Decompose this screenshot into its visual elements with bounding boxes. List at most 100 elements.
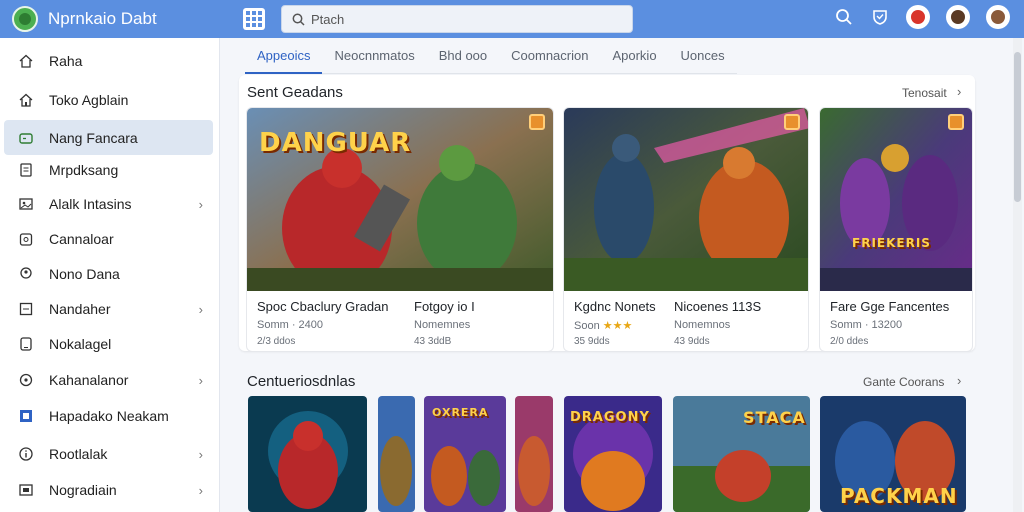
sidebar-item-label: Toko Agblain	[49, 91, 129, 108]
sidebar-item-nogradiain[interactable]: Nogradiain ›	[4, 472, 213, 507]
game-art-title: DANGUAR	[259, 128, 412, 158]
section-title: Centueriosdnlas	[247, 373, 356, 390]
scrollbar[interactable]	[1013, 38, 1022, 512]
gamepad-icon	[18, 130, 34, 146]
sidebar-item-nandaher[interactable]: Nandaher ›	[4, 291, 213, 326]
bookmark-icon[interactable]	[784, 114, 800, 130]
sidebar-item-nang-fancara[interactable]: Nang Fancara	[4, 120, 213, 155]
sidebar-item-alalk[interactable]: Alalk Intasins ›	[4, 186, 213, 221]
app-title: Nprnkaio Dabt	[48, 9, 157, 28]
sidebar-item-label: Nandaher	[49, 300, 111, 317]
game-tile[interactable]	[378, 396, 415, 512]
chevron-right-icon: ›	[198, 197, 203, 212]
home-outline-icon	[18, 92, 34, 108]
app-logo[interactable]	[12, 6, 38, 32]
tile-art-title: OXRERA	[432, 406, 489, 419]
grid-icon	[18, 408, 34, 424]
main-content: Appeoics Neocnnmatos Bhd ooo Coomnacrion…	[221, 38, 1010, 512]
game-title-secondary: Fotgoy io I	[414, 299, 475, 314]
game-title: Fare Gge Fancentes	[830, 299, 950, 314]
game-tile[interactable]: OXRERA	[424, 396, 506, 512]
tile-art-title: STACA	[743, 408, 806, 427]
chevron-right-icon: ›	[198, 483, 203, 498]
tab-bhd-ooo[interactable]: Bhd ooo	[427, 38, 499, 73]
document-icon	[18, 162, 34, 178]
game-card[interactable]: FRIEKERIS Fare Gge Fancentes Somm · 1320…	[819, 107, 973, 352]
game-tile[interactable]: PACKMAN	[820, 396, 966, 512]
game-tile[interactable]	[515, 396, 553, 512]
sidebar-item-nono-dana[interactable]: Nono Dana	[4, 256, 213, 291]
game-downloads: 2/3 ddos	[257, 336, 296, 347]
search-icon[interactable]	[834, 7, 854, 27]
list-icon	[18, 301, 34, 317]
game-title: Spoc Cbaclury Gradan	[257, 299, 389, 314]
game-meta: Soon ★★★	[574, 319, 632, 332]
game-title: Kgdnc Nonets	[574, 299, 656, 314]
tab-bar: Appeoics Neocnnmatos Bhd ooo Coomnacrion…	[245, 38, 737, 74]
chevron-right-icon: ›	[198, 373, 203, 388]
apps-grid-icon[interactable]	[243, 8, 265, 30]
tab-appeoics[interactable]: Appeoics	[245, 38, 323, 74]
tab-neocnnmatos[interactable]: Neocnnmatos	[322, 38, 426, 73]
sidebar-item-label: Rootlalak	[49, 445, 108, 462]
home-icon	[18, 53, 34, 69]
user-avatar-1[interactable]	[906, 5, 930, 29]
game-downloads: 35 9dds	[574, 336, 610, 347]
bookmark-icon[interactable]	[529, 114, 545, 130]
game-title-secondary: Nicoenes 113S	[674, 299, 762, 314]
game-tile[interactable]: STACA	[673, 396, 810, 512]
game-meta-text: Soon	[574, 320, 600, 332]
calendar-icon	[18, 231, 34, 247]
sidebar-item-raha[interactable]: Raha	[4, 43, 213, 78]
sidebar-item-label: Nang Fancara	[49, 129, 138, 146]
rating-stars: ★★★	[602, 320, 633, 332]
sidebar-item-label: Kahanalanor	[49, 371, 129, 388]
game-tile[interactable]: DRAGONY	[564, 396, 662, 512]
sidebar-item-rootlalak[interactable]: Rootlalak ›	[4, 436, 213, 471]
user-avatar-3[interactable]	[986, 5, 1010, 29]
target-icon	[18, 372, 34, 388]
tab-uonces[interactable]: Uonces	[669, 38, 737, 73]
sidebar-item-toko[interactable]: Toko Agblain	[4, 82, 213, 117]
sidebar-item-cannaloar[interactable]: Cannaloar	[4, 221, 213, 256]
sidebar-item-kahanalanor[interactable]: Kahanalanor ›	[4, 362, 213, 397]
user-avatar-2[interactable]	[946, 5, 970, 29]
sidebar-item-hapadako[interactable]: Hapadako Neakam	[4, 398, 213, 433]
game-card[interactable]: Kgdnc Nonets Soon ★★★ 35 9dds Nicoenes 1…	[563, 107, 809, 352]
sidebar-item-label: Hapadako Neakam	[49, 407, 169, 424]
tile-art-title: PACKMAN	[840, 484, 958, 508]
info-icon	[18, 446, 34, 462]
sidebar-item-label: Raha	[49, 52, 83, 69]
chevron-right-icon: ›	[198, 447, 203, 462]
chevron-right-icon[interactable]: ›	[957, 84, 961, 99]
tablet-icon	[18, 336, 34, 352]
game-meta: Somm · 2400	[257, 319, 324, 331]
shield-icon[interactable]	[870, 7, 890, 27]
chevron-right-icon[interactable]: ›	[957, 373, 961, 388]
tab-aporkio[interactable]: Aporkio	[600, 38, 668, 73]
game-downloads: 2/0 ddes	[830, 336, 869, 347]
sidebar-item-label: Nono Dana	[49, 265, 120, 282]
see-all-link[interactable]: Gante Coorans	[863, 375, 944, 389]
bookmark-icon[interactable]	[948, 114, 964, 130]
game-downloads-secondary: 43 3ddB	[414, 336, 452, 347]
image-frame-icon	[18, 482, 34, 498]
game-downloads-secondary: 43 9dds	[674, 336, 710, 347]
sidebar-item-nokalagel[interactable]: Nokalagel	[4, 326, 213, 361]
user-icon	[18, 266, 34, 282]
search-input[interactable]	[311, 11, 611, 27]
image-icon	[18, 196, 34, 212]
game-thumbnail: FRIEKERIS	[820, 108, 972, 291]
sidebar-item-label: Alalk Intasins	[49, 195, 132, 212]
see-all-link[interactable]: Tenosait	[902, 86, 947, 100]
tab-coomnacrion[interactable]: Coomnacrion	[499, 38, 600, 73]
sidebar-item-label: Cannaloar	[49, 230, 114, 247]
sidebar-item-mrpdksang[interactable]: Mrpdksang	[4, 152, 213, 187]
search-box[interactable]	[281, 5, 633, 33]
chevron-right-icon: ›	[198, 302, 203, 317]
sidebar-item-label: Nogradiain	[49, 481, 117, 498]
game-meta-secondary: Nomemnos	[674, 319, 731, 331]
scrollbar-thumb[interactable]	[1014, 52, 1021, 202]
game-tile[interactable]	[248, 396, 367, 512]
game-card[interactable]: DANGUAR Spoc Cbaclury Gradan Somm · 2400…	[246, 107, 554, 352]
